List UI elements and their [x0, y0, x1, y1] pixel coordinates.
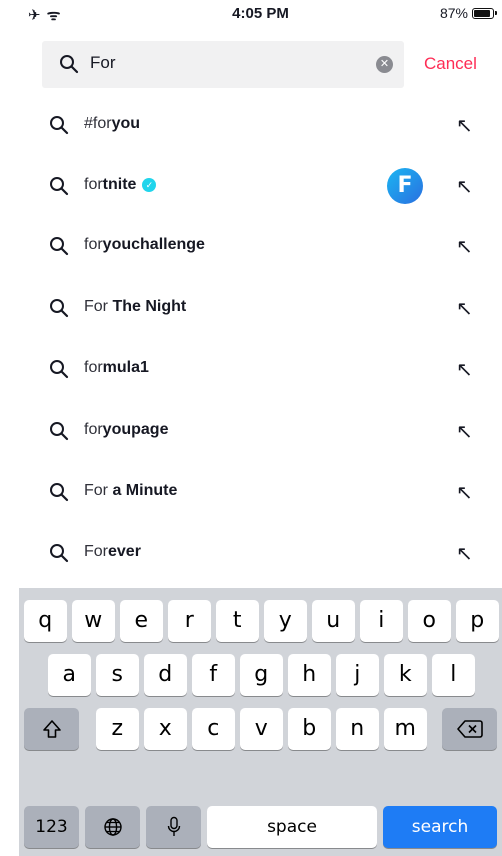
suggestion-typed-part: For: [84, 298, 113, 315]
on-screen-keyboard: q w e r t y u i o p a s d f g h j k l z x c v b n m 123 space search: [19, 588, 502, 856]
suggestion-label: formula1: [84, 359, 149, 377]
suggestion-label: For a Minute: [84, 482, 177, 500]
search-icon: [60, 55, 79, 74]
key-p[interactable]: p: [456, 600, 499, 642]
suggestion-typed-part: #for: [84, 115, 112, 132]
key-x[interactable]: x: [144, 708, 187, 750]
suggestion-row[interactable]: For a Minute ↖: [19, 462, 502, 523]
suggestion-typed-part: for: [84, 176, 103, 193]
key-f[interactable]: f: [192, 654, 235, 696]
suggestion-label: Forever: [84, 543, 141, 561]
key-k[interactable]: k: [384, 654, 427, 696]
suggestion-row[interactable]: #foryou ↖: [19, 95, 502, 156]
key-u[interactable]: u: [312, 600, 355, 642]
search-icon: [50, 483, 69, 502]
suggestion-label: #foryou: [84, 115, 140, 133]
search-input[interactable]: For ✕: [42, 41, 404, 88]
key-d[interactable]: d: [144, 654, 187, 696]
numbers-key[interactable]: 123: [24, 806, 79, 848]
search-icon: [50, 177, 69, 196]
search-icon: [50, 116, 69, 135]
suggestion-typed-part: for: [84, 359, 103, 376]
key-z[interactable]: z: [96, 708, 139, 750]
suggestion-row[interactable]: Forever ↖: [19, 523, 502, 584]
suggestion-row[interactable]: For The Night ↖: [19, 278, 502, 339]
suggestion-typed-part: for: [84, 236, 103, 253]
search-query-text[interactable]: For: [90, 53, 116, 73]
search-icon: [50, 422, 69, 441]
suggestion-completion-part: you: [111, 115, 141, 132]
fortnite-avatar[interactable]: F: [387, 168, 423, 204]
globe-key[interactable]: [85, 806, 140, 848]
microphone-icon: [167, 816, 180, 836]
suggestion-typed-part: For: [84, 482, 113, 499]
suggestion-completion-part: ever: [108, 543, 141, 560]
globe-icon: [103, 818, 122, 836]
fill-query-arrow-icon[interactable]: ↖: [456, 419, 473, 444]
status-bar: ✈ ᯤ 4:05 PM 87%: [19, 0, 502, 30]
suggestion-typed-part: For: [84, 543, 108, 560]
suggestion-row[interactable]: foryouchallenge ↖: [19, 216, 502, 277]
suggestion-row[interactable]: formula1 ↖: [19, 339, 502, 400]
space-key[interactable]: space: [207, 806, 377, 848]
search-icon: [50, 299, 69, 318]
shift-icon: [42, 720, 61, 738]
key-v[interactable]: v: [240, 708, 283, 750]
suggestion-label: foryouchallenge: [84, 236, 205, 254]
key-g[interactable]: g: [240, 654, 283, 696]
key-w[interactable]: w: [72, 600, 115, 642]
key-e[interactable]: e: [120, 600, 163, 642]
verified-badge-icon: ✓: [142, 177, 157, 192]
key-n[interactable]: n: [336, 708, 379, 750]
key-y[interactable]: y: [264, 600, 307, 642]
search-icon: [50, 544, 69, 563]
battery-icon: [472, 7, 497, 19]
backspace-icon: [456, 720, 483, 738]
suggestion-typed-part: for: [84, 421, 103, 438]
fill-query-arrow-icon[interactable]: ↖: [456, 234, 473, 259]
battery-status: 87%: [439, 5, 497, 21]
key-h[interactable]: h: [288, 654, 331, 696]
suggestion-row[interactable]: foryoupage ↖: [19, 401, 502, 462]
backspace-key[interactable]: [442, 708, 497, 750]
search-key[interactable]: search: [383, 806, 497, 848]
suggestion-completion-part: mula1: [102, 359, 149, 376]
key-q[interactable]: q: [24, 600, 67, 642]
key-j[interactable]: j: [336, 654, 379, 696]
fill-query-arrow-icon[interactable]: ↖: [456, 541, 473, 566]
key-r[interactable]: r: [168, 600, 211, 642]
key-b[interactable]: b: [288, 708, 331, 750]
clear-search-icon[interactable]: ✕: [376, 56, 393, 73]
key-c[interactable]: c: [192, 708, 235, 750]
shift-key[interactable]: [24, 708, 79, 750]
fill-query-arrow-icon[interactable]: ↖: [456, 174, 473, 199]
fill-query-arrow-icon[interactable]: ↖: [456, 296, 473, 321]
fill-query-arrow-icon[interactable]: ↖: [456, 480, 473, 505]
key-m[interactable]: m: [384, 708, 427, 750]
fill-query-arrow-icon[interactable]: ↖: [456, 113, 473, 138]
suggestion-completion-part: The Night: [112, 298, 187, 315]
suggestion-completion-part: youpage: [102, 421, 169, 438]
suggestion-completion-part: tnite: [102, 176, 137, 193]
fill-query-arrow-icon[interactable]: ↖: [456, 357, 473, 382]
key-l[interactable]: l: [432, 654, 475, 696]
key-s[interactable]: s: [96, 654, 139, 696]
suggestion-completion-part: a Minute: [112, 482, 178, 499]
status-time: 4:05 PM: [232, 5, 289, 22]
battery-percent: 87%: [439, 5, 468, 21]
suggestion-completion-part: youchallenge: [102, 236, 205, 253]
key-t[interactable]: t: [216, 600, 259, 642]
key-o[interactable]: o: [408, 600, 451, 642]
cancel-button[interactable]: Cancel: [424, 54, 477, 74]
suggestion-label: fortnite ✓: [84, 176, 157, 194]
dictation-key[interactable]: [146, 806, 201, 848]
search-icon: [50, 237, 69, 256]
suggestion-row[interactable]: fortnite ✓ F ↖: [19, 156, 502, 217]
suggestion-label: For The Night: [84, 298, 186, 316]
key-a[interactable]: a: [48, 654, 91, 696]
search-icon: [50, 360, 69, 379]
key-i[interactable]: i: [360, 600, 403, 642]
search-screen: ✈ ᯤ 4:05 PM 87% For ✕ Cancel #foryou ↖ for…: [19, 0, 502, 856]
suggestion-label: foryoupage: [84, 421, 168, 439]
